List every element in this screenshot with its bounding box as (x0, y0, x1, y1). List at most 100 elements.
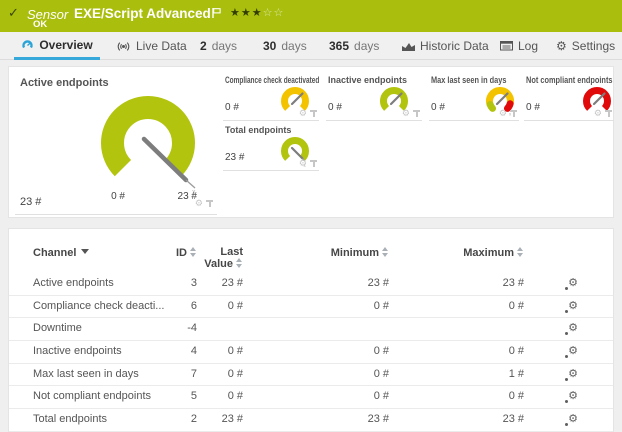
channel-id: 6 (173, 296, 197, 318)
channel-name: Not compliant endpoints (33, 386, 173, 408)
tab-overview[interactable]: Overview (14, 32, 100, 60)
last-value: 0 # (197, 341, 243, 363)
gauge-panel-total: Total endpoints x 23 # ⚙ (223, 125, 319, 171)
table-row: Downtime -4 ⚙ (9, 318, 613, 341)
gear-icon[interactable]: ⚙ (499, 109, 507, 118)
gear-icon[interactable]: ⚙ (594, 109, 602, 118)
prtg-sensor-page: ✓ Sensor EXE/Script Advanced ★★★☆☆ OK Ov… (0, 0, 622, 432)
sort-icon (190, 247, 197, 257)
tab-365-days[interactable]: 365 days (329, 32, 379, 60)
gauge-icon (21, 39, 34, 51)
last-value: 23 # (197, 273, 243, 295)
channel-settings-gear-icon[interactable]: ⚙ (568, 369, 578, 380)
gauge-corner-actions[interactable]: ⚙ (299, 159, 317, 168)
pause-flag-icon[interactable] (212, 5, 221, 23)
tab-bar: Overview Live Data 2 days 30 days 365 da… (0, 32, 622, 60)
tab-settings-label: Settings (572, 39, 615, 53)
star-empty-icon[interactable]: ☆☆ (263, 7, 285, 19)
channel-name: Compliance check deacti... (33, 296, 173, 318)
table-row: Inactive endpoints 4 0 # 0 # 0 # ⚙ (9, 341, 613, 364)
pin-icon[interactable] (413, 110, 420, 118)
tab-2-days-unit: days (212, 39, 237, 53)
tab-historic-data-label: Historic Data (420, 39, 489, 53)
column-header-id[interactable]: ID (173, 247, 197, 259)
gauge-corner-actions[interactable]: ⚙ (195, 199, 213, 208)
last-value: 0 # (197, 296, 243, 318)
gear-icon[interactable]: ⚙ (402, 109, 410, 118)
tab-365-days-number: 365 (329, 39, 349, 53)
channel-name: Inactive endpoints (33, 341, 173, 363)
chart-icon (402, 41, 415, 51)
gear-icon[interactable]: ⚙ (195, 199, 203, 208)
gauge-needle (292, 94, 303, 105)
gauge-corner-actions[interactable]: ⚙ (299, 109, 317, 118)
star-filled-icon[interactable]: ★★★ (230, 7, 263, 19)
gauge-panel-not-compliant: Not compliant endpoints 0 # ⚙ (524, 75, 614, 121)
log-icon (500, 41, 513, 51)
gear-icon: ⚙ (556, 40, 567, 52)
minimum-value: 0 # (243, 364, 389, 386)
broadcast-icon (116, 41, 131, 52)
gauge-needle (391, 94, 402, 105)
pin-icon[interactable] (605, 110, 612, 118)
channel-settings-gear-icon[interactable]: ⚙ (568, 346, 578, 357)
channel-name: Downtime (33, 318, 173, 340)
tab-log[interactable]: Log (500, 32, 538, 60)
minimum-value: 0 # (243, 386, 389, 408)
channel-settings-gear-icon[interactable]: ⚙ (568, 391, 578, 402)
tab-365-days-unit: days (354, 39, 379, 53)
gauge-panel-inactive: Inactive endpoints 0 # ⚙ (326, 75, 422, 121)
channel-name: Max last seen in days (33, 364, 173, 386)
sensor-status-badge: OK (33, 19, 47, 30)
sort-icon (236, 258, 243, 268)
gauge-corner-actions[interactable]: ⚙ (402, 109, 420, 118)
pin-icon[interactable] (510, 110, 517, 118)
pin-icon[interactable] (310, 160, 317, 168)
gauge-panel-active-endpoints: Active endpoints x 0 # 23 # 23 # ⚙ (15, 71, 217, 215)
priority-stars[interactable]: ★★★☆☆ (230, 6, 284, 19)
channel-settings-gear-icon[interactable]: ⚙ (568, 323, 578, 334)
tab-2-days[interactable]: 2 days (200, 32, 237, 60)
channels-table-panel: Channel ID Last Value Minimum Maximum Ac… (8, 228, 614, 432)
maximum-value: 0 # (389, 341, 524, 363)
channel-id: 3 (173, 273, 197, 295)
gauge-current-value: 0 # (431, 102, 445, 113)
channel-id: 7 (173, 364, 197, 386)
pin-icon[interactable] (206, 200, 213, 208)
channel-settings-gear-icon[interactable]: ⚙ (568, 414, 578, 425)
minimum-value: 0 # (243, 296, 389, 318)
pin-icon[interactable] (310, 110, 317, 118)
tab-settings[interactable]: ⚙ Settings (556, 32, 615, 60)
channel-settings-gear-icon[interactable]: ⚙ (568, 278, 578, 289)
minimum-value: 23 # (243, 409, 389, 431)
channel-id: 4 (173, 341, 197, 363)
sort-icon (382, 247, 389, 257)
last-value: 23 # (197, 409, 243, 431)
tab-live-data[interactable]: Live Data (116, 32, 187, 60)
gear-icon[interactable]: ⚙ (299, 159, 307, 168)
tab-30-days-unit: days (281, 39, 306, 53)
channel-settings-gear-icon[interactable]: ⚙ (568, 301, 578, 312)
gauge-needle (594, 94, 605, 105)
gauge-scale-max: 23 # (161, 191, 197, 202)
gauge-current-value: 0 # (328, 102, 342, 113)
gauges-panel: Active endpoints x 0 # 23 # 23 # ⚙ Compl… (8, 66, 614, 218)
channel-id: 2 (173, 409, 197, 431)
column-header-maximum[interactable]: Maximum (389, 247, 524, 259)
gauge-needle (497, 94, 508, 105)
tab-live-data-label: Live Data (136, 39, 187, 53)
status-ok-check-icon: ✓ (8, 5, 19, 21)
gauge-panel-max-last-seen: Max last seen in days x 0 # ⚙ (429, 75, 519, 121)
gauge-corner-actions[interactable]: ⚙ (499, 109, 517, 118)
channel-name: Total endpoints (33, 409, 173, 431)
gauge-corner-actions[interactable]: ⚙ (594, 109, 612, 118)
gear-icon[interactable]: ⚙ (299, 109, 307, 118)
table-row: Active endpoints 3 23 # 23 # 23 # ⚙ (9, 273, 613, 296)
column-header-channel[interactable]: Channel (33, 247, 173, 259)
gauge-current-value: 23 # (20, 196, 41, 208)
tab-historic-data[interactable]: Historic Data (402, 32, 489, 60)
column-header-last-value[interactable]: Last Value (197, 247, 243, 270)
table-row: Not compliant endpoints 5 0 # 0 # 0 # ⚙ (9, 386, 613, 409)
column-header-minimum[interactable]: Minimum (243, 247, 389, 259)
tab-30-days[interactable]: 30 days (263, 32, 307, 60)
